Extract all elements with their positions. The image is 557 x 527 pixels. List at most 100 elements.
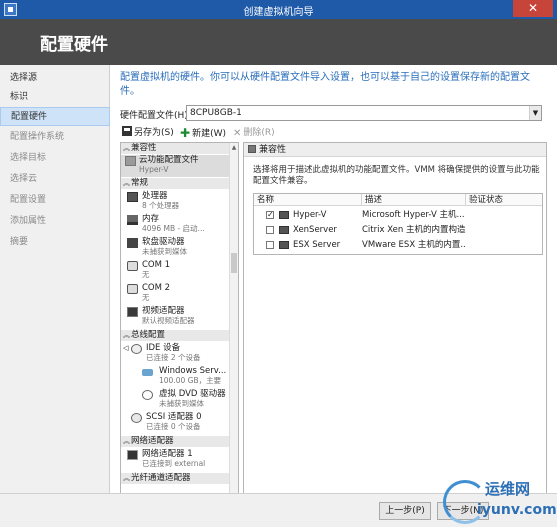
new-label: 新建(W)	[192, 129, 226, 139]
expand-icon[interactable]: ◁	[123, 343, 128, 353]
item-subtitle: 默认视频适配器	[142, 316, 195, 325]
profile-dropdown[interactable]: 8CPU8GB-1 ▼	[186, 105, 542, 121]
item-title: 云功能配置文件	[139, 155, 199, 165]
floppy-icon	[127, 238, 138, 248]
item-title: IDE 设备	[146, 343, 181, 353]
tree-item-capability-profile[interactable]: 云功能配置文件 Hyper-V	[121, 155, 230, 177]
intro-text: 配置虚拟机的硬件。你可以从硬件配置文件导入设置，也可以基于自己的设置保存新的配置…	[120, 72, 530, 97]
com-port-icon	[127, 284, 138, 294]
tree-item-video[interactable]: 视频适配器 默认视频适配器	[121, 306, 230, 328]
profile-label: 硬件配置文件(H):	[120, 111, 191, 121]
tree-item-memory[interactable]: 内存 4096 MB - 启动...	[121, 214, 230, 236]
close-button[interactable]: ✕	[513, 0, 553, 17]
video-adapter-icon	[127, 307, 138, 317]
tree-item-dvd[interactable]: 虚拟 DVD 驱动器 未捕获到媒体	[121, 389, 230, 411]
tree-item-com1[interactable]: COM 1 无	[121, 260, 230, 282]
nav-item-configure-os[interactable]: 配置操作系统	[0, 128, 110, 147]
previous-button[interactable]: 上一步(P)	[379, 502, 431, 520]
new-button[interactable]: ✚ 新建(W)	[180, 126, 226, 140]
scroll-thumb[interactable]	[231, 253, 237, 273]
disk-icon	[142, 369, 153, 376]
item-subtitle: 已连接 0 个设备	[146, 422, 201, 431]
tree-item-floppy[interactable]: 软盘驱动器 未捕获到媒体	[121, 237, 230, 259]
tree-item-nic[interactable]: 网络适配器 1 已连接到 external	[121, 449, 230, 471]
row-checkbox[interactable]	[266, 241, 274, 249]
tree-item-vhd[interactable]: Windows Serv... 100.00 GB，主要	[121, 366, 230, 388]
item-title: Windows Serv...	[159, 366, 227, 376]
col-header-name[interactable]: 名称	[254, 194, 362, 206]
item-subtitle: 4096 MB - 启动...	[142, 224, 205, 233]
save-icon	[122, 126, 132, 136]
profile-icon	[125, 156, 136, 166]
tree-item-scsi[interactable]: SCSI 适配器 0 已连接 0 个设备	[121, 412, 230, 434]
delete-button[interactable]: ✕ 删除(R)	[233, 126, 275, 140]
item-subtitle: 已连接 2 个设备	[146, 353, 201, 362]
item-title: 网络适配器 1	[142, 449, 193, 459]
item-title: 软盘驱动器	[142, 237, 185, 247]
wizard-nav: 选择源 标识 配置硬件 配置操作系统 选择目标 选择云 配置设置 添加属性 摘要	[0, 65, 110, 527]
network-adapter-icon	[127, 450, 138, 460]
collapse-icon: ︽	[123, 331, 130, 339]
nav-item-summary[interactable]: 摘要	[0, 233, 110, 252]
capability-grid: 名称 描述 验证状态 ✓ Hyper-V Microsoft Hyper-V 主…	[253, 193, 543, 255]
col-header-desc[interactable]: 描述	[362, 194, 466, 206]
row-desc: Citrix Xen 主机的内置构造...	[362, 225, 466, 235]
section-compatibility[interactable]: ︽兼容性	[121, 143, 230, 154]
row-name: ESX Server	[293, 240, 341, 250]
save-as-label: 另存为(S)	[134, 128, 174, 138]
nav-item-add-properties[interactable]: 添加属性	[0, 212, 110, 231]
section-general[interactable]: ︽常规	[121, 178, 230, 189]
scsi-icon	[131, 413, 142, 423]
nav-item-configure-hardware[interactable]: 配置硬件	[0, 107, 110, 126]
row-name: XenServer	[293, 225, 337, 235]
tree-scrollbar[interactable]: ▲ ▼	[229, 143, 238, 527]
tree-item-ide[interactable]: ◁ IDE 设备 已连接 2 个设备	[121, 343, 230, 365]
page-header: 配置硬件	[0, 19, 557, 65]
processor-icon	[127, 192, 138, 202]
nav-item-configure-settings[interactable]: 配置设置	[0, 191, 110, 210]
table-row[interactable]: XenServer Citrix Xen 主机的内置构造...	[254, 223, 542, 237]
main-content: 配置虚拟机的硬件。你可以从硬件配置文件导入设置，也可以基于自己的设置保存新的配置…	[110, 65, 557, 527]
section-label: 网络适配器	[131, 436, 174, 446]
item-title: COM 2	[142, 283, 171, 293]
nav-item-select-source[interactable]: 选择源	[0, 69, 110, 88]
profile-value: 8CPU8GB-1	[190, 108, 242, 118]
server-icon	[279, 211, 289, 219]
plus-icon: ✚	[180, 126, 191, 140]
detail-title: 兼容性	[244, 143, 546, 157]
collapse-icon: ︽	[123, 437, 130, 445]
com-port-icon	[127, 261, 138, 271]
col-header-status[interactable]: 验证状态	[466, 194, 542, 206]
item-title: 虚拟 DVD 驱动器	[159, 389, 226, 399]
item-subtitle: 100.00 GB，主要	[159, 376, 222, 385]
row-checkbox[interactable]	[266, 226, 274, 234]
nav-item-select-cloud[interactable]: 选择云	[0, 170, 110, 189]
profile-icon	[248, 145, 256, 153]
chevron-down-icon[interactable]: ▼	[529, 106, 541, 120]
server-icon	[279, 226, 289, 234]
tree-item-com2[interactable]: COM 2 无	[121, 283, 230, 305]
watermark-url: iyunv.com	[477, 502, 557, 518]
scroll-up-icon[interactable]: ▲	[230, 144, 238, 152]
section-network[interactable]: ︽网络适配器	[121, 436, 230, 447]
table-row[interactable]: ✓ Hyper-V Microsoft Hyper-V 主机...	[254, 208, 542, 222]
nav-item-identity[interactable]: 标识	[0, 88, 110, 107]
hardware-tree: ︽兼容性 云功能配置文件 Hyper-V ︽常规 处理器 8 个处理器 内存 4…	[120, 142, 239, 527]
page-title: 配置硬件	[40, 35, 108, 55]
collapse-icon: ︽	[123, 474, 130, 482]
section-bus-config[interactable]: ︽总线配置	[121, 330, 230, 341]
save-as-button[interactable]: 另存为(S)	[122, 126, 174, 140]
item-title: SCSI 适配器 0	[146, 412, 202, 422]
server-icon	[279, 241, 289, 249]
collapse-icon: ︽	[123, 144, 130, 152]
row-checkbox[interactable]: ✓	[266, 211, 274, 219]
item-subtitle: 8 个处理器	[142, 201, 180, 210]
table-row[interactable]: ESX Server VMware ESX 主机的内置...	[254, 238, 542, 252]
memory-icon	[127, 215, 138, 225]
tree-item-processor[interactable]: 处理器 8 个处理器	[121, 191, 230, 213]
section-fibre-channel[interactable]: ︽光纤通道适配器	[121, 473, 230, 484]
detail-description: 选择将用于描述此虚拟机的功能配置文件。VMM 将确保提供的设置与此功能配置文件兼…	[253, 165, 540, 186]
item-subtitle: 无	[142, 270, 150, 279]
delete-icon: ✕	[233, 128, 242, 139]
nav-item-select-destination[interactable]: 选择目标	[0, 149, 110, 168]
